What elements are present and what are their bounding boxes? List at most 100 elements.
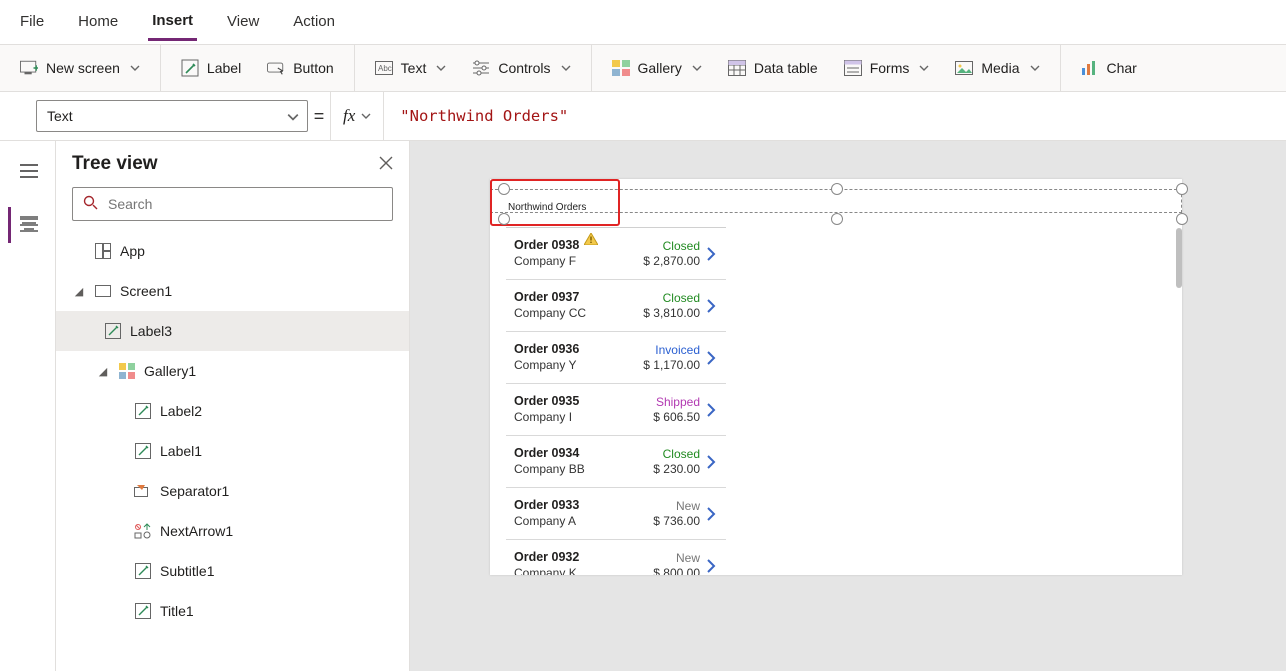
order-company: Company Y — [514, 358, 639, 373]
data-table-icon — [728, 59, 746, 77]
tree-label: App — [120, 243, 145, 259]
label-icon — [134, 442, 152, 460]
property-selector[interactable]: Text — [36, 100, 308, 132]
fx-icon: fx — [343, 106, 355, 126]
gallery-row[interactable]: Order 0938Company FClosed$ 2,870.00 — [506, 228, 726, 280]
tree-view-panel: Tree view App ◢ Screen1 — [56, 141, 410, 671]
chevron-down-icon — [1030, 63, 1040, 73]
order-title: Order 0932 — [514, 550, 649, 566]
insert-data-table-button[interactable]: Data table — [722, 55, 824, 81]
order-amount: $ 3,810.00 — [643, 306, 700, 321]
chevron-down-icon — [287, 111, 297, 121]
insert-button-text: Button — [293, 60, 333, 76]
canvas[interactable]: Northwind Orders Order 0938Company F Clos… — [410, 141, 1286, 671]
order-title: Order 0934 — [514, 446, 649, 462]
gallery-row[interactable]: Order 0934Company BBClosed$ 230.00 — [506, 436, 726, 488]
chevron-down-icon — [436, 63, 446, 73]
order-title: Order 0938 — [514, 238, 639, 254]
gallery-row[interactable]: Order 0935Company IShipped$ 606.50 — [506, 384, 726, 436]
app-preview[interactable]: Northwind Orders Order 0938Company F Clos… — [490, 179, 1182, 575]
hamburger-button[interactable] — [8, 153, 48, 189]
order-amount: $ 1,170.00 — [643, 358, 700, 373]
media-icon — [955, 59, 973, 77]
tree-node-label3[interactable]: Label3 — [56, 311, 409, 351]
close-panel-button[interactable] — [379, 156, 393, 173]
gallery-row[interactable]: Order 0937Company CCClosed$ 3,810.00 — [506, 280, 726, 332]
orders-gallery[interactable]: Order 0938Company FClosed$ 2,870.00Order… — [506, 227, 726, 575]
next-arrow-icon[interactable] — [704, 452, 722, 472]
panel-title: Tree view — [72, 153, 158, 175]
label-icon — [134, 602, 152, 620]
tree-node-title[interactable]: Title1 — [56, 591, 409, 631]
menu-insert[interactable]: Insert — [148, 3, 197, 41]
next-arrow-icon[interactable] — [704, 244, 722, 264]
order-status: Closed — [663, 291, 700, 306]
order-title: Order 0936 — [514, 342, 639, 358]
property-name: Text — [47, 108, 73, 124]
gallery-scrollbar[interactable] — [1176, 228, 1182, 288]
gallery-icon — [118, 362, 136, 380]
chevron-down-icon — [561, 63, 571, 73]
menu-file[interactable]: File — [16, 4, 48, 39]
insert-chart-label: Char — [1107, 60, 1137, 76]
order-company: Company F — [514, 254, 639, 269]
gallery-row[interactable]: Order 0936Company YInvoiced$ 1,170.00 — [506, 332, 726, 384]
tree-label: Separator1 — [160, 483, 229, 499]
insert-forms-button[interactable]: Forms — [838, 55, 936, 81]
gallery-row[interactable]: Order 0933Company ANew$ 736.00 — [506, 488, 726, 540]
menu-action[interactable]: Action — [289, 4, 339, 39]
menu-view[interactable]: View — [223, 4, 263, 39]
next-arrow-icon[interactable] — [704, 556, 722, 576]
left-rail — [0, 141, 56, 671]
fx-button[interactable]: fx — [330, 92, 384, 141]
tree-view-rail-button[interactable] — [8, 207, 48, 243]
formula-bar: Text = fx "Northwind Orders" — [0, 92, 1286, 141]
menu-bar: File Home Insert View Action — [0, 0, 1286, 44]
next-arrow-icon[interactable] — [704, 504, 722, 524]
order-company: Company I — [514, 410, 649, 425]
tree-node-label1[interactable]: Label1 — [56, 431, 409, 471]
label-icon — [181, 59, 199, 77]
search-input[interactable] — [106, 195, 382, 213]
nextarrow-icon — [134, 522, 152, 540]
tree-node-gallery[interactable]: ◢ Gallery1 — [56, 351, 409, 391]
insert-controls-button[interactable]: Controls — [466, 55, 576, 81]
tree-node-screen[interactable]: ◢ Screen1 — [56, 271, 409, 311]
order-status: Closed — [663, 239, 700, 254]
tree-label: Title1 — [160, 603, 194, 619]
tree-node-label2[interactable]: Label2 — [56, 391, 409, 431]
insert-media-button[interactable]: Media — [949, 55, 1045, 81]
insert-text-button[interactable]: Abc Text — [369, 55, 453, 81]
insert-data-table-label: Data table — [754, 60, 818, 76]
tree-node-separator[interactable]: Separator1 — [56, 471, 409, 511]
gallery-row[interactable]: Order 0932Company KNew$ 800.00 — [506, 540, 726, 575]
order-title: Order 0937 — [514, 290, 639, 306]
insert-gallery-button[interactable]: Gallery — [606, 55, 708, 81]
tree-node-subtitle[interactable]: Subtitle1 — [56, 551, 409, 591]
tree-node-app[interactable]: App — [56, 231, 409, 271]
next-arrow-icon[interactable] — [704, 348, 722, 368]
button-icon — [267, 59, 285, 77]
order-status: Shipped — [656, 395, 700, 410]
ribbon: New screen Label Button Abc — [0, 44, 1286, 92]
canvas-label-text[interactable]: Northwind Orders — [508, 202, 586, 213]
search-icon — [83, 195, 98, 213]
menu-home[interactable]: Home — [74, 4, 122, 39]
new-screen-icon — [20, 59, 38, 77]
insert-label-button[interactable]: Label — [175, 55, 247, 81]
svg-text:Abc: Abc — [378, 64, 392, 73]
next-arrow-icon[interactable] — [704, 296, 722, 316]
tree-label: NextArrow1 — [160, 523, 233, 539]
new-screen-button[interactable]: New screen — [14, 55, 146, 81]
insert-media-label: Media — [981, 60, 1019, 76]
next-arrow-icon[interactable] — [704, 400, 722, 420]
order-status: New — [676, 551, 700, 566]
formula-input[interactable]: "Northwind Orders" — [384, 107, 1286, 125]
order-amount: $ 736.00 — [653, 514, 700, 529]
insert-button-button[interactable]: Button — [261, 55, 339, 81]
insert-chart-button[interactable]: Char — [1075, 55, 1143, 81]
chevron-down-icon — [130, 63, 140, 73]
new-screen-label: New screen — [46, 60, 120, 76]
search-box[interactable] — [72, 187, 393, 221]
tree-node-nextarrow[interactable]: NextArrow1 — [56, 511, 409, 551]
